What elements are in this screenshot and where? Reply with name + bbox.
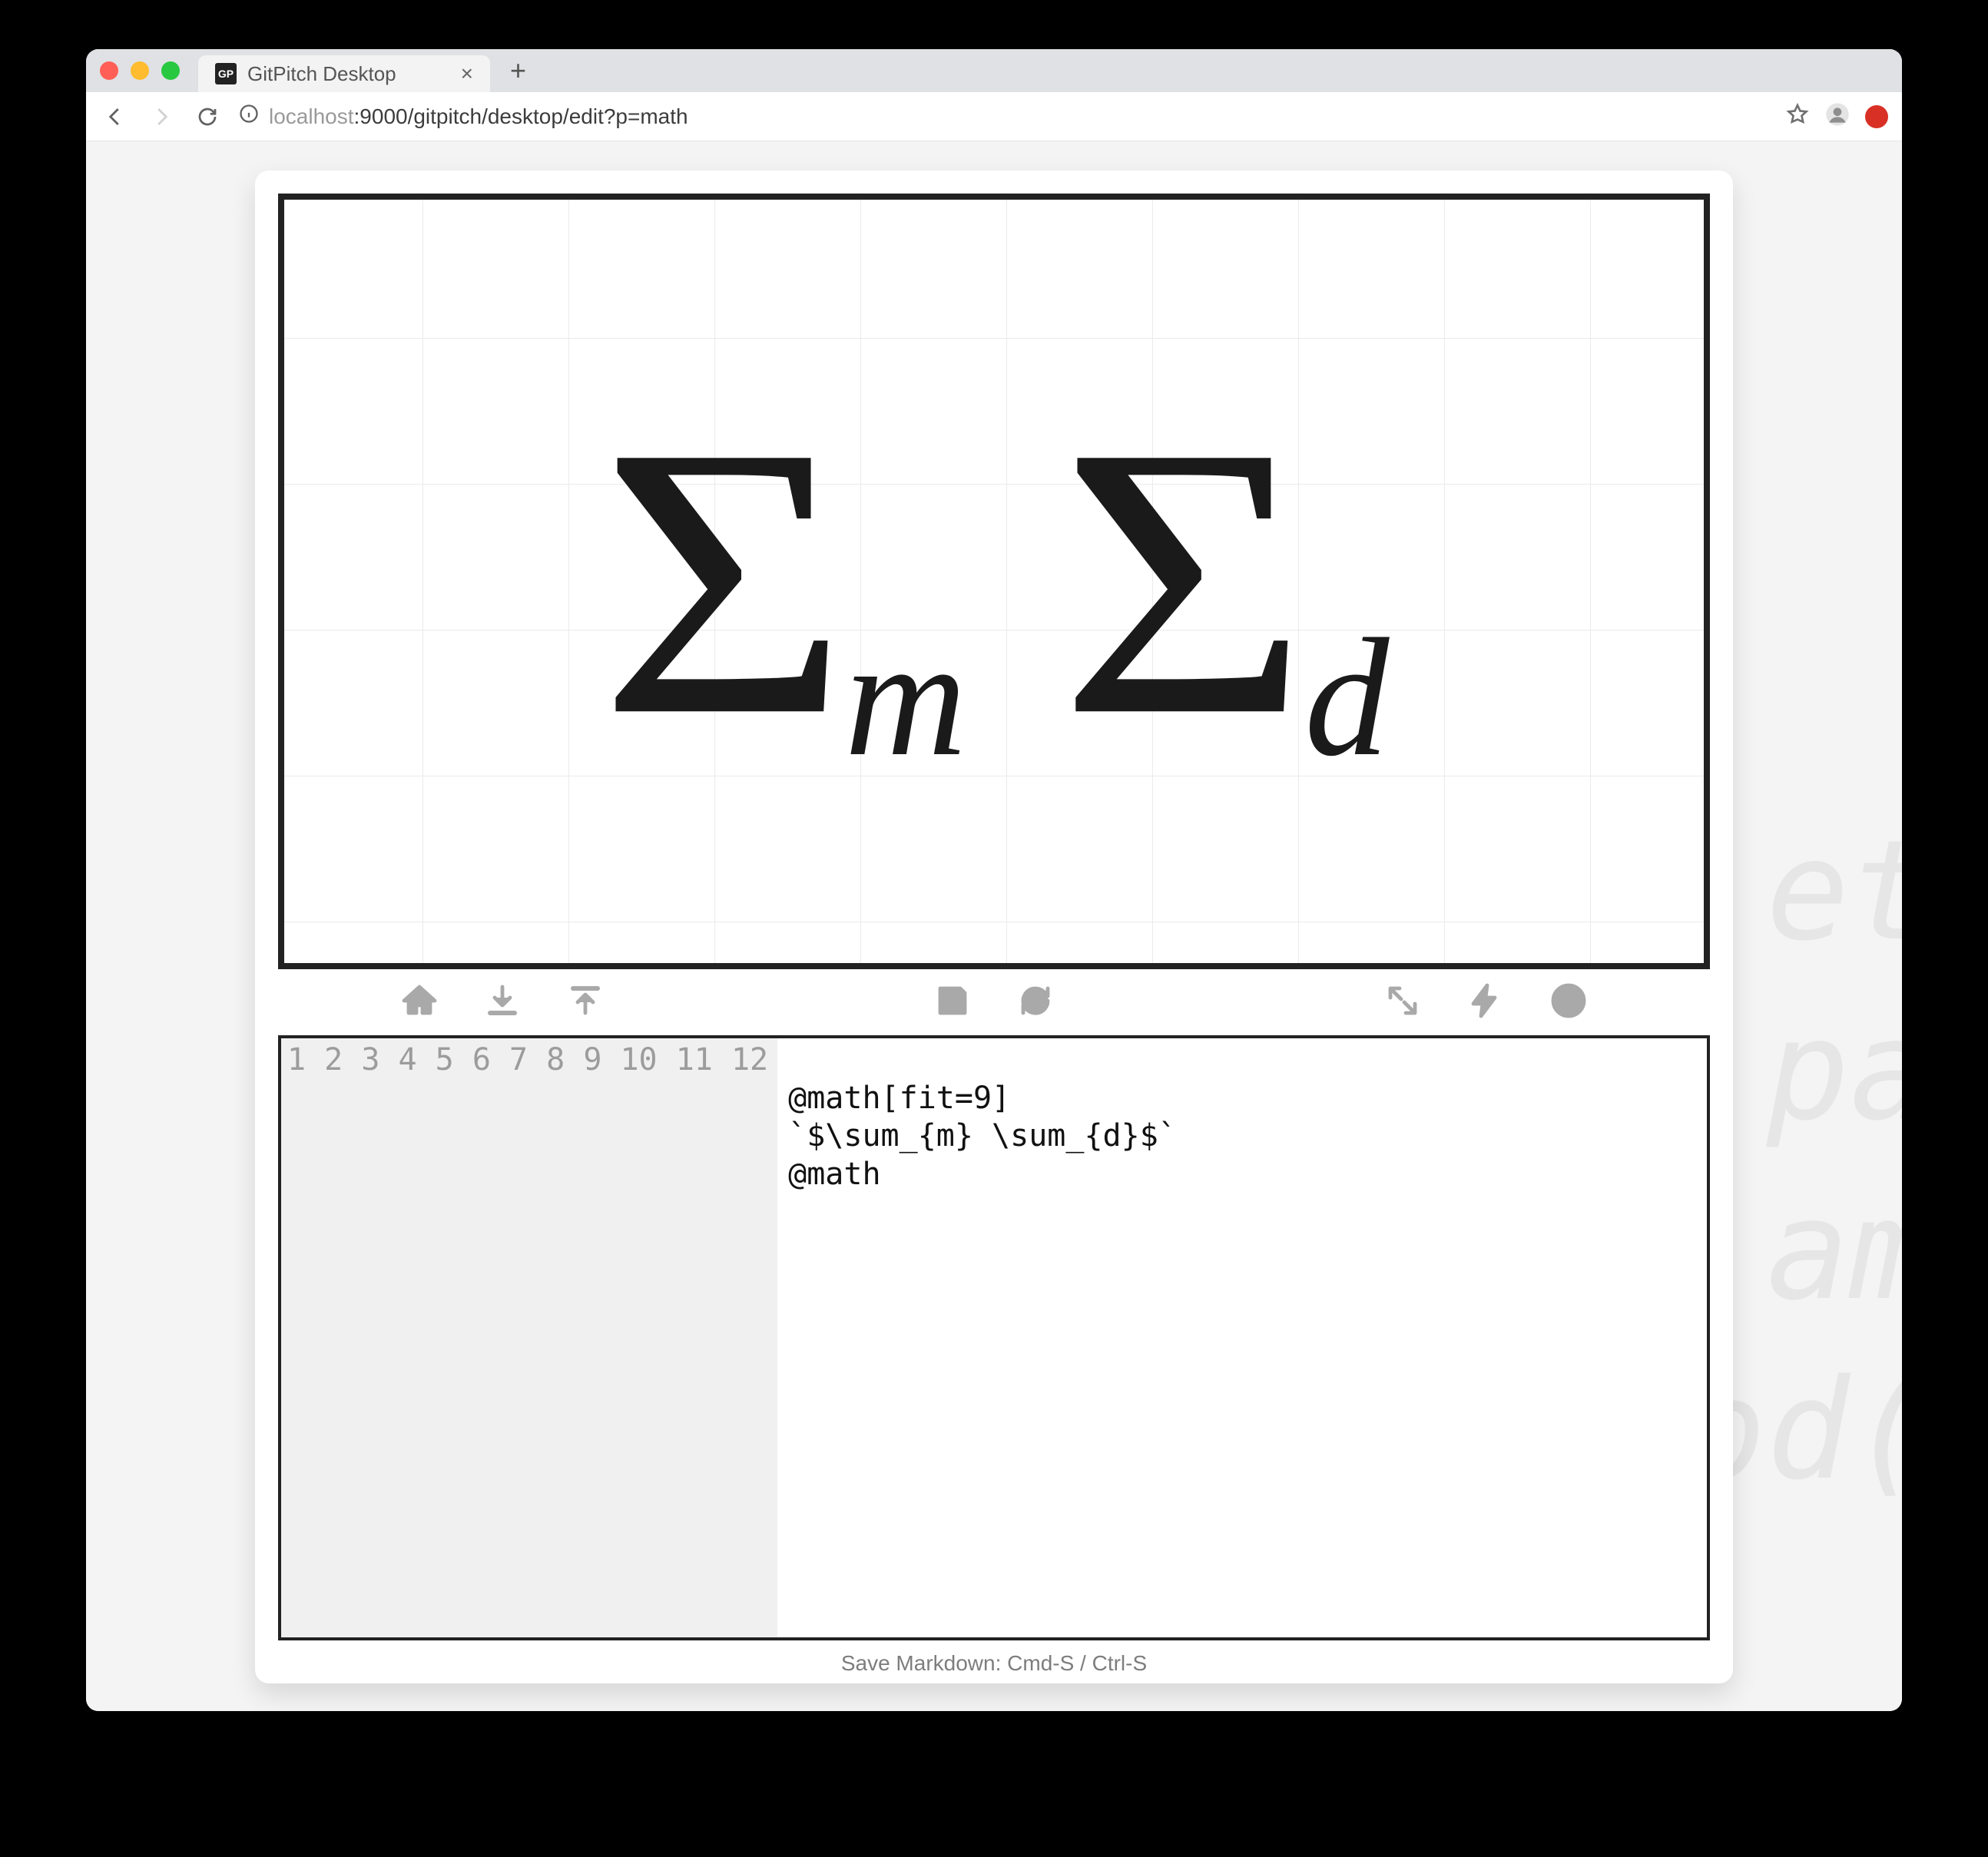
slide-preview: ΣmΣd	[278, 194, 1710, 969]
expand-icon[interactable]	[1384, 982, 1421, 1023]
tab-title: GitPitch Desktop	[247, 62, 396, 86]
minimize-window-button[interactable]	[131, 61, 149, 80]
site-info-icon[interactable]	[238, 103, 260, 130]
bookmark-star-icon[interactable]	[1785, 102, 1810, 131]
download-icon[interactable]	[484, 982, 521, 1023]
sigma-term: Σm	[599, 399, 967, 764]
home-icon[interactable]	[401, 982, 438, 1023]
browser-tab[interactable]: GP GitPitch Desktop ×	[198, 55, 490, 92]
page-body: et pa 'am od( ΣmΣd 1 2 3 4 5 6 7 8 9 10 …	[86, 141, 1902, 1711]
favicon: GP	[215, 63, 237, 84]
sigma-subscript: m	[845, 601, 967, 795]
nav-bar: localhost:9000/gitpitch/desktop/edit?p=m…	[86, 92, 1902, 141]
address-bar[interactable]: localhost:9000/gitpitch/desktop/edit?p=m…	[238, 103, 1770, 130]
status-bar: Save Markdown: Cmd-S / Ctrl-S	[278, 1640, 1710, 1679]
editor-gutter: 1 2 3 4 5 6 7 8 9 10 11 12	[281, 1038, 777, 1637]
code-editor[interactable]: 1 2 3 4 5 6 7 8 9 10 11 12 @math[fit=9] …	[278, 1035, 1710, 1640]
profile-icon[interactable]	[1825, 102, 1850, 131]
close-window-button[interactable]	[100, 61, 118, 80]
reload-button[interactable]	[192, 105, 223, 128]
bolt-icon[interactable]	[1467, 982, 1504, 1023]
url-path: :9000/gitpitch/desktop/edit?p=math	[354, 104, 688, 128]
help-icon[interactable]	[1550, 982, 1587, 1023]
zoom-window-button[interactable]	[161, 61, 180, 80]
back-button[interactable]	[100, 105, 131, 128]
new-tab-button[interactable]: +	[498, 55, 538, 87]
formula-display: ΣmΣd	[284, 200, 1704, 963]
extension-icon[interactable]	[1865, 105, 1888, 128]
url-host: localhost	[269, 104, 354, 128]
sigma-symbol: Σ	[1059, 417, 1309, 746]
forward-button[interactable]	[146, 105, 177, 128]
close-tab-icon[interactable]: ×	[461, 61, 473, 86]
editor-card: ΣmΣd 1 2 3 4 5 6 7 8 9 10 11 12 @math[fi…	[255, 170, 1733, 1683]
editor-code[interactable]: @math[fit=9] `$\sum_{m} \sum_{d}$` @math	[777, 1038, 1188, 1637]
refresh-icon[interactable]	[1017, 982, 1054, 1023]
sigma-term: Σd	[1059, 399, 1389, 764]
titlebar: GP GitPitch Desktop × +	[86, 49, 1902, 92]
sigma-symbol: Σ	[599, 417, 850, 746]
sigma-subscript: d	[1304, 601, 1389, 795]
browser-window: GP GitPitch Desktop × + localho	[86, 49, 1902, 1711]
editor-toolbar	[278, 969, 1710, 1035]
upload-icon[interactable]	[567, 982, 604, 1023]
save-icon[interactable]	[934, 982, 971, 1023]
window-controls	[100, 61, 180, 80]
